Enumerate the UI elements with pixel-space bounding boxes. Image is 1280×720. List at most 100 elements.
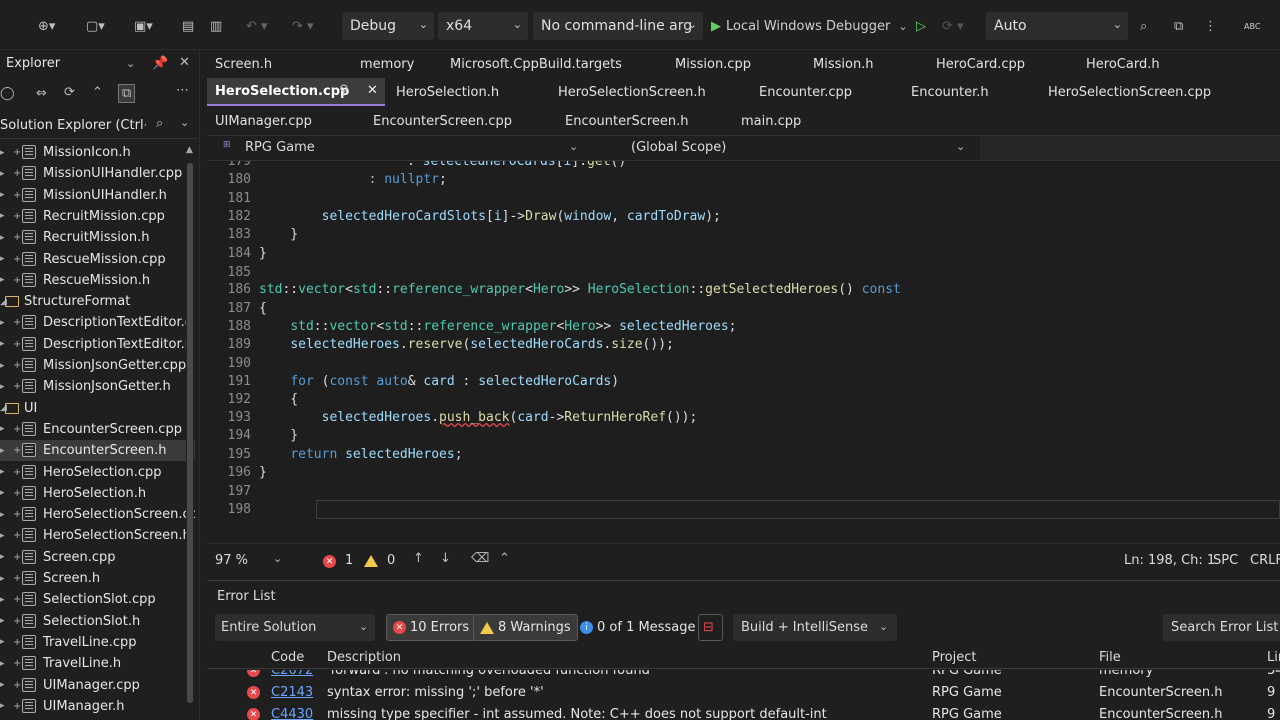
tree-file[interactable]: ▸ + UIManager.cpp (0, 675, 195, 696)
column-code[interactable]: Code (271, 650, 304, 665)
spellcheck-icon[interactable]: ABC (1244, 15, 1260, 37)
auto-select[interactable]: Auto ⌄ (986, 12, 1128, 40)
more-options-icon[interactable]: ⋮ (1204, 15, 1217, 37)
find-in-files-icon[interactable]: ⌕ (1140, 15, 1147, 37)
line-ending-mode[interactable]: CRLF (1250, 553, 1280, 568)
whitespace-mode[interactable]: SPC (1213, 553, 1238, 568)
build-filter-select[interactable]: Build + IntelliSense ⌄ (733, 614, 897, 641)
messages-filter-button[interactable]: i 0 of 1 Message (573, 614, 702, 641)
scope-select[interactable]: Entire Solution ⌄ (215, 614, 375, 641)
expand-arrow-icon[interactable]: ▸ (0, 488, 5, 498)
solution-search-box[interactable]: Solution Explorer (Ctrl+; ⌕ ⌄ (0, 113, 198, 139)
expand-arrow-icon[interactable]: ▸ (0, 510, 5, 520)
tree-file[interactable]: ▸ + TravelLine.h (0, 653, 195, 674)
tree-folder[interactable]: ◢ StructureFormat (0, 291, 195, 312)
expand-arrow-icon[interactable]: ▸ (0, 467, 5, 477)
expand-arrow-icon[interactable]: ▸ (0, 382, 5, 392)
expand-arrow-icon[interactable]: ▸ (0, 424, 5, 434)
save-icon[interactable]: ▤ (182, 15, 194, 37)
configuration-select[interactable]: Debug ⌄ (342, 12, 434, 40)
expand-icon[interactable]: ⌃ (499, 552, 510, 565)
pin-tab-icon[interactable]: ⚲ (339, 84, 349, 97)
refresh-icon[interactable]: ⟳ (64, 86, 75, 99)
previous-issue-icon[interactable]: ↑ (413, 552, 424, 565)
expand-arrow-icon[interactable]: ▸ (0, 233, 5, 243)
solution-search-input[interactable]: Solution Explorer (Ctrl+; (0, 118, 146, 133)
tree-file[interactable]: ▸ + EncounterScreen.cpp (0, 419, 195, 440)
tab-main-cpp[interactable]: main.cpp (741, 107, 801, 135)
expand-arrow-icon[interactable]: ▸ (0, 680, 5, 690)
collapse-all-icon[interactable]: ⌃ (92, 86, 103, 99)
tab-heroselectionscreen-h[interactable]: HeroSelectionScreen.h (558, 78, 706, 106)
zoom-dropdown-icon[interactable]: ⌄ (273, 553, 282, 564)
tree-file[interactable]: ▸ + DescriptionTextEditor.c (0, 312, 195, 333)
show-all-files-icon[interactable]: ⧉ (118, 84, 136, 103)
tab-encounter-cpp[interactable]: Encounter.cpp (759, 78, 852, 106)
project-dropdown-chevron-icon[interactable]: ⌄ (569, 141, 578, 152)
tree-file[interactable]: ▸ + HeroSelection.cpp (0, 462, 195, 483)
tree-file[interactable]: ▸ + RescueMission.cpp (0, 249, 195, 270)
expand-arrow-icon[interactable]: ▸ (0, 169, 5, 179)
tree-file[interactable]: ▸ + DescriptionTextEditor.h (0, 334, 195, 355)
scope-dropdown[interactable]: (Global Scope) (631, 140, 726, 155)
tree-file[interactable]: ▸ + RescueMission.h (0, 270, 195, 291)
tree-file[interactable]: ▸ + MissionUIHandler.cpp (0, 163, 195, 184)
tree-file[interactable]: ▸ + MissionJsonGetter.cpp (0, 355, 195, 376)
open-icon[interactable]: ▣▾ (134, 15, 153, 37)
tab-encounterscreen-cpp[interactable]: EncounterScreen.cpp (373, 107, 512, 135)
expand-arrow-icon[interactable]: ▸ (0, 446, 5, 456)
error-code-link[interactable]: C4430 (271, 707, 313, 720)
expand-arrow-icon[interactable]: ▸ (0, 275, 5, 285)
redo-icon[interactable]: ↷ ▾ (292, 15, 314, 37)
column-project[interactable]: Project (932, 650, 976, 665)
column-line[interactable]: Lin (1267, 650, 1280, 665)
expand-arrow-icon[interactable]: ▸ (0, 190, 5, 200)
tree-file[interactable]: ▸ + RecruitMission.cpp (0, 206, 195, 227)
column-description[interactable]: Description (327, 650, 401, 665)
tree-file[interactable]: ▸ + MissionUIHandler.h (0, 185, 195, 206)
tab-screen-h[interactable]: Screen.h (215, 50, 272, 78)
error-row[interactable]: ✕ C2143 syntax error: missing ';' before '… (207, 682, 1280, 704)
tab-cppbuild-targets[interactable]: Microsoft.CppBuild.targets (450, 50, 622, 78)
close-tab-icon[interactable]: ✕ (367, 84, 378, 97)
tab-uimanager-cpp[interactable]: UIManager.cpp (215, 107, 312, 135)
project-dropdown[interactable]: RPG Game (245, 140, 315, 155)
expand-arrow-icon[interactable]: ▸ (0, 552, 5, 562)
tab-memory[interactable]: memory (360, 50, 414, 78)
tree-file[interactable]: ▸ + SelectionSlot.cpp (0, 589, 195, 610)
expand-arrow-icon[interactable]: ▸ (0, 148, 5, 158)
member-dropdown[interactable] (980, 136, 1280, 160)
live-share-icon[interactable]: ⧉ (1174, 15, 1183, 37)
tab-herocard-cpp[interactable]: HeroCard.cpp (936, 50, 1025, 78)
warning-count[interactable]: 0 (387, 553, 395, 568)
expand-arrow-icon[interactable]: ▸ (0, 659, 5, 669)
command-args-select[interactable]: No command-line arg ⌄ (533, 12, 703, 40)
expand-arrow-icon[interactable]: ▸ (0, 318, 5, 328)
tab-heroselection-cpp[interactable]: HeroSelection.cpp ⚲ ✕ (207, 78, 385, 106)
explorer-scroll-thumb[interactable] (187, 163, 193, 703)
tree-file[interactable]: ▸ + EncounterScreen.h (0, 440, 195, 462)
sync-icon[interactable]: ⇔ (36, 87, 47, 100)
scroll-up-icon[interactable]: ▲ (186, 145, 193, 155)
search-error-list-input[interactable]: Search Error List (1163, 614, 1280, 641)
warnings-filter-button[interactable]: 8 Warnings (473, 614, 578, 641)
tab-mission-h[interactable]: Mission.h (813, 50, 874, 78)
tree-file[interactable]: ▸ + UIManager.h (0, 696, 195, 717)
next-issue-icon[interactable]: ↓ (440, 552, 451, 565)
start-debugging-button[interactable]: ▶ Local Windows Debugger ⌄ (711, 15, 908, 37)
tab-heroselectionscreen-cpp[interactable]: HeroSelectionScreen.cpp (1048, 78, 1211, 106)
start-without-debugging-icon[interactable]: ▷ (916, 15, 926, 37)
platform-select[interactable]: x64 ⌄ (438, 12, 528, 40)
clear-filter-button[interactable]: ⊟ (698, 614, 723, 641)
close-panel-icon[interactable]: ✕ (179, 56, 190, 69)
tree-file[interactable]: ▸ + TravelLine.cpp (0, 632, 195, 653)
pin-icon[interactable]: 📌 (152, 57, 168, 70)
save-all-icon[interactable]: ▥ (210, 15, 222, 37)
expand-arrow-icon[interactable]: ▸ (0, 595, 5, 605)
expand-arrow-icon[interactable]: ▸ (0, 339, 5, 349)
tab-herocard-h[interactable]: HeroCard.h (1086, 50, 1160, 78)
explorer-more-icon[interactable]: ⋯ (176, 84, 189, 97)
tab-encounterscreen-h[interactable]: EncounterScreen.h (565, 107, 689, 135)
search-options-icon[interactable]: ⌄ (180, 117, 189, 128)
new-project-icon[interactable]: ⊕▾ (38, 15, 55, 37)
